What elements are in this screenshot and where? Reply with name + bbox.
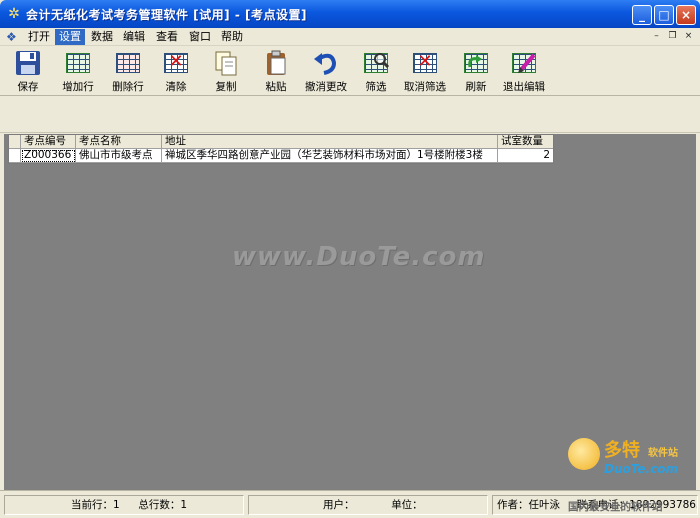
column-header[interactable]: 试室数量 xyxy=(498,135,553,149)
row-header-corner xyxy=(9,135,21,149)
close-button[interactable]: × xyxy=(676,5,696,25)
add-row-button[interactable]: 增加行 xyxy=(56,48,100,94)
refresh-button[interactable]: 刷新 xyxy=(458,48,494,94)
add-row-label: 增加行 xyxy=(62,81,94,93)
app-menu-icon[interactable]: ❖ xyxy=(6,30,20,44)
mdi-restore-button[interactable]: ❐ xyxy=(666,31,679,43)
cancel-filter-icon: ✕ xyxy=(411,49,439,77)
column-header[interactable]: 考点名称 xyxy=(76,135,162,149)
filter-button[interactable]: 筛选 xyxy=(358,48,394,94)
mascot-icon xyxy=(568,438,600,470)
refresh-label: 刷新 xyxy=(465,81,487,93)
menu-view[interactable]: 查看 xyxy=(152,29,182,45)
toolbar: 保存 增加行 删除行 ✕ 清除 复制 粘贴 撤消更改 筛选 ✕ 取消筛选 刷新 … xyxy=(0,46,700,96)
filter-label: 筛选 xyxy=(365,81,387,93)
exit-edit-icon xyxy=(510,49,538,77)
maximize-button[interactable]: □ xyxy=(654,5,674,25)
copy-icon xyxy=(212,49,240,77)
menu-settings[interactable]: 设置 xyxy=(55,29,85,45)
mdi-close-button[interactable]: × xyxy=(682,31,695,43)
delete-row-label: 删除行 xyxy=(112,81,144,93)
empty-toolbar-band xyxy=(0,97,700,133)
mdi-minimize-button[interactable]: – xyxy=(650,31,663,43)
clear-button[interactable]: ✕ 清除 xyxy=(158,48,194,94)
logo-big-text: 多特 xyxy=(604,440,640,461)
total-rows-text: 总行数：1 xyxy=(138,499,188,511)
user-text: 用户： xyxy=(323,499,355,511)
status-bar: 当前行：1 总行数：1 用户： 单位： 作者：任叶泳 联系电话：18929937… xyxy=(0,490,700,518)
status-panel-user: 用户： 单位： xyxy=(248,495,488,515)
menu-window[interactable]: 窗口 xyxy=(185,29,215,45)
save-button[interactable]: 保存 xyxy=(8,48,48,94)
table-cell-site-name[interactable]: 佛山市市级考点 xyxy=(76,149,162,163)
logo-small-text: 软件站 xyxy=(648,448,678,459)
floppy-disk-icon xyxy=(14,49,42,77)
menu-open[interactable]: 打开 xyxy=(24,29,54,45)
row-selector[interactable] xyxy=(9,149,21,163)
status-panel-rows: 当前行：1 总行数：1 xyxy=(4,495,244,515)
logo-overlay-text: 国内最安全的软件站 xyxy=(568,501,663,513)
column-header[interactable]: 地址 xyxy=(162,135,498,149)
author-text: 作者：任叶泳 xyxy=(497,499,560,511)
exit-edit-label: 退出编辑 xyxy=(503,81,545,93)
unit-text: 单位： xyxy=(391,499,423,511)
cancel-filter-button[interactable]: ✕ 取消筛选 xyxy=(402,48,448,94)
delete-row-button[interactable]: 删除行 xyxy=(106,48,150,94)
undo-arrow-icon xyxy=(312,49,340,77)
paste-label: 粘贴 xyxy=(265,81,287,93)
snowflake-icon: ✲ xyxy=(8,6,20,22)
column-header[interactable]: 考点编号 xyxy=(21,135,76,149)
table-cell-site-id[interactable]: Z000366 xyxy=(21,149,76,163)
table-cell-room-count[interactable]: 2 xyxy=(498,149,553,163)
window-title: 会计无纸化考试考务管理软件 [试用] - [考点设置] xyxy=(26,8,307,22)
current-row-text: 当前行：1 xyxy=(71,499,120,511)
mdi-workspace: 考点编号 考点名称 地址 试室数量 Z000366 佛山市市级考点 禅城区季华四… xyxy=(4,134,696,490)
filter-icon xyxy=(362,49,390,77)
menu-edit[interactable]: 编辑 xyxy=(119,29,149,45)
title-bar[interactable]: ✲ 会计无纸化考试考务管理软件 [试用] - [考点设置] _ □ × xyxy=(0,0,700,28)
clear-label: 清除 xyxy=(165,81,187,93)
minimize-button[interactable]: _ xyxy=(632,5,652,25)
table-header-row: 考点编号 考点名称 地址 试室数量 xyxy=(9,135,553,149)
save-label: 保存 xyxy=(17,81,39,93)
undo-changes-label: 撤消更改 xyxy=(305,81,347,93)
copy-button[interactable]: 复制 xyxy=(208,48,244,94)
cancel-filter-label: 取消筛选 xyxy=(404,81,446,93)
paste-icon xyxy=(262,49,290,77)
exit-edit-button[interactable]: 退出编辑 xyxy=(500,48,548,94)
duote-logo: 多特 软件站 DuoTe.com xyxy=(564,434,696,490)
watermark-text: www.DuoTe.com xyxy=(232,242,486,272)
clear-grid-icon: ✕ xyxy=(162,49,190,77)
refresh-icon xyxy=(462,49,490,77)
table-cell-address[interactable]: 禅城区季华四路创意产业园（华艺装饰材料市场对面）1号楼附楼3楼 xyxy=(162,149,498,163)
add-row-icon xyxy=(64,49,92,77)
paste-button[interactable]: 粘贴 xyxy=(258,48,294,94)
menu-bar: ❖ 打开 设置 数据 编辑 查看 窗口 帮助 – ❐ × xyxy=(0,28,700,46)
undo-changes-button[interactable]: 撤消更改 xyxy=(302,48,350,94)
logo-url-text: DuoTe.com xyxy=(604,462,678,476)
copy-label: 复制 xyxy=(215,81,237,93)
menu-help[interactable]: 帮助 xyxy=(217,29,247,45)
delete-row-icon xyxy=(114,49,142,77)
menu-data[interactable]: 数据 xyxy=(87,29,117,45)
exam-site-table[interactable]: 考点编号 考点名称 地址 试室数量 Z000366 佛山市市级考点 禅城区季华四… xyxy=(8,134,554,164)
table-row[interactable]: Z000366 佛山市市级考点 禅城区季华四路创意产业园（华艺装饰材料市场对面）… xyxy=(9,149,553,163)
